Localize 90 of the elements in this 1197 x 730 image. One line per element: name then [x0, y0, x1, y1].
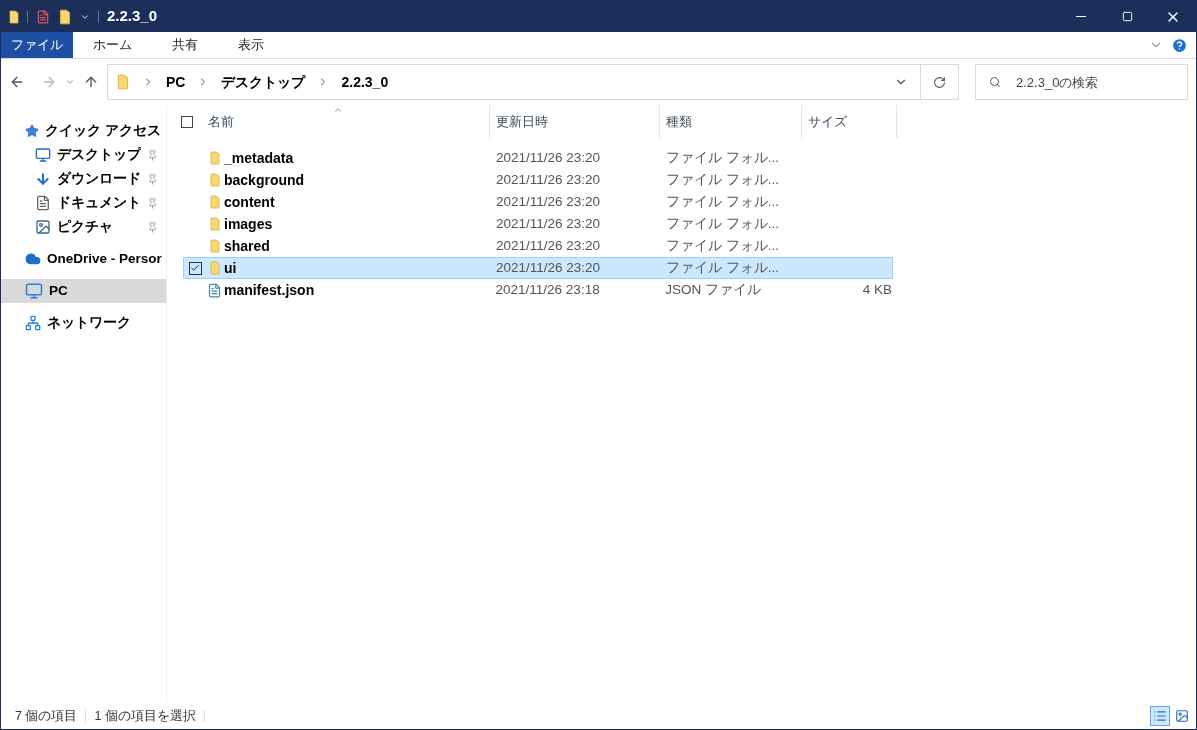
file-name: background: [224, 170, 306, 190]
file-row[interactable]: manifest.json 2021/11/26 23:18 JSON ファイル 4 KB: [183, 279, 893, 301]
sidebar-item[interactable]: OneDrive - Persor: [1, 247, 166, 271]
file-name: shared: [224, 236, 271, 256]
list-icon: [1153, 709, 1167, 723]
document-icon: [35, 195, 51, 211]
sidebar-item[interactable]: ドキュメント: [1, 191, 166, 215]
folder-icon: [210, 195, 220, 209]
modified-date: 2021/11/26 23:20: [496, 192, 602, 211]
folder-icon: [210, 239, 220, 253]
file-type: ファイル フォル...: [666, 192, 780, 211]
computer-icon: [25, 282, 43, 300]
file-row[interactable]: shared 2021/11/26 23:20 ファイル フォル...: [183, 235, 893, 257]
file-type: JSON ファイル: [665, 280, 763, 299]
desktop-icon: [35, 147, 51, 163]
pin-icon: [147, 221, 158, 233]
ribbon-tab[interactable]: ファイル: [1, 32, 73, 58]
minimize-icon: [1076, 16, 1086, 17]
folder-icon: [210, 151, 220, 165]
folder-icon: [9, 9, 19, 24]
picture-icon: [35, 219, 51, 235]
sidebar-item[interactable]: PC: [1, 279, 166, 303]
breadcrumb-item[interactable]: デスクトップ: [221, 71, 306, 93]
row-checkbox[interactable]: [188, 261, 202, 275]
sidebar-item[interactable]: ネットワーク: [1, 311, 166, 335]
download-icon: [35, 171, 51, 187]
properties-icon[interactable]: [36, 9, 50, 24]
column-header[interactable]: 更新日時: [490, 105, 660, 138]
file-type: ファイル フォル...: [666, 258, 780, 277]
file-row[interactable]: ui 2021/11/26 23:20 ファイル フォル...: [183, 257, 893, 279]
file-icon: [207, 282, 223, 298]
file-size: 4 KB: [861, 280, 892, 299]
ribbon-tab[interactable]: 表示: [218, 32, 284, 58]
modified-date: 2021/11/26 23:20: [496, 258, 602, 277]
file-row[interactable]: content 2021/11/26 23:20 ファイル フォル...: [183, 191, 893, 213]
folder-icon: [116, 74, 130, 90]
file-row[interactable]: background 2021/11/26 23:20 ファイル フォル...: [183, 169, 893, 191]
folder-icon: [58, 8, 72, 25]
sidebar-item[interactable]: クイック アクセス: [1, 119, 166, 143]
picture-icon: [1175, 709, 1189, 723]
up-icon[interactable]: [83, 74, 99, 90]
sidebar-item[interactable]: ダウンロード: [1, 167, 166, 191]
item-count: 7 個の項目: [15, 707, 78, 725]
modified-date: 2021/11/26 23:18: [495, 280, 601, 299]
file-type: ファイル フォル...: [666, 170, 780, 189]
column-header[interactable]: 種類: [660, 105, 802, 138]
pin-icon: [147, 149, 158, 161]
address-bar[interactable]: PC デスクトップ 2.2.3_0: [107, 64, 959, 100]
sidebar-item[interactable]: デスクトップ: [1, 143, 166, 167]
maximize-icon: [1121, 11, 1133, 22]
back-icon[interactable]: [9, 74, 25, 90]
file-name: ui: [224, 258, 238, 278]
modified-date: 2021/11/26 23:20: [496, 236, 602, 255]
breadcrumb-item[interactable]: 2.2.3_0: [341, 71, 389, 93]
selection-count: 1 個の項目を選択: [94, 707, 196, 725]
folder-icon: [210, 217, 220, 231]
file-type: ファイル フォル...: [666, 236, 780, 255]
file-type: ファイル フォル...: [666, 214, 780, 233]
pin-icon: [147, 173, 158, 185]
modified-date: 2021/11/26 23:20: [496, 170, 602, 189]
file-type: ファイル フォル...: [666, 148, 780, 167]
file-name: images: [224, 214, 274, 234]
star-icon: [25, 124, 39, 138]
breadcrumb-item[interactable]: PC: [166, 71, 186, 93]
help-icon[interactable]: [1171, 36, 1188, 54]
pin-icon: [147, 197, 158, 209]
refresh-icon: [933, 75, 946, 89]
search-icon: [989, 76, 1001, 88]
folder-icon: [210, 261, 220, 275]
folder-icon: [210, 173, 220, 187]
network-icon: [25, 315, 41, 331]
column-header[interactable]: 名前: [207, 105, 490, 138]
column-header[interactable]: サイズ: [802, 105, 897, 138]
file-name: _metadata: [224, 148, 295, 168]
sort-icon: [333, 105, 343, 115]
sidebar-item[interactable]: ピクチャ: [1, 215, 166, 239]
select-all-checkbox[interactable]: [181, 115, 193, 128]
search-field[interactable]: 2.2.3_0の検索: [975, 64, 1188, 100]
file-name: content: [224, 192, 276, 212]
checkmark-icon: [190, 263, 200, 273]
ribbon-tab[interactable]: ホーム: [73, 32, 152, 58]
window-title: 2.2.3_0: [107, 6, 158, 27]
file-name: manifest.json: [223, 280, 316, 300]
cloud-icon: [25, 251, 41, 267]
details-view-button[interactable]: [1150, 706, 1170, 726]
ribbon-tab[interactable]: 共有: [152, 32, 218, 58]
file-row[interactable]: _metadata 2021/11/26 23:20 ファイル フォル...: [183, 147, 893, 169]
modified-date: 2021/11/26 23:20: [496, 214, 602, 233]
modified-date: 2021/11/26 23:20: [496, 148, 602, 167]
file-row[interactable]: images 2021/11/26 23:20 ファイル フォル...: [183, 213, 893, 235]
